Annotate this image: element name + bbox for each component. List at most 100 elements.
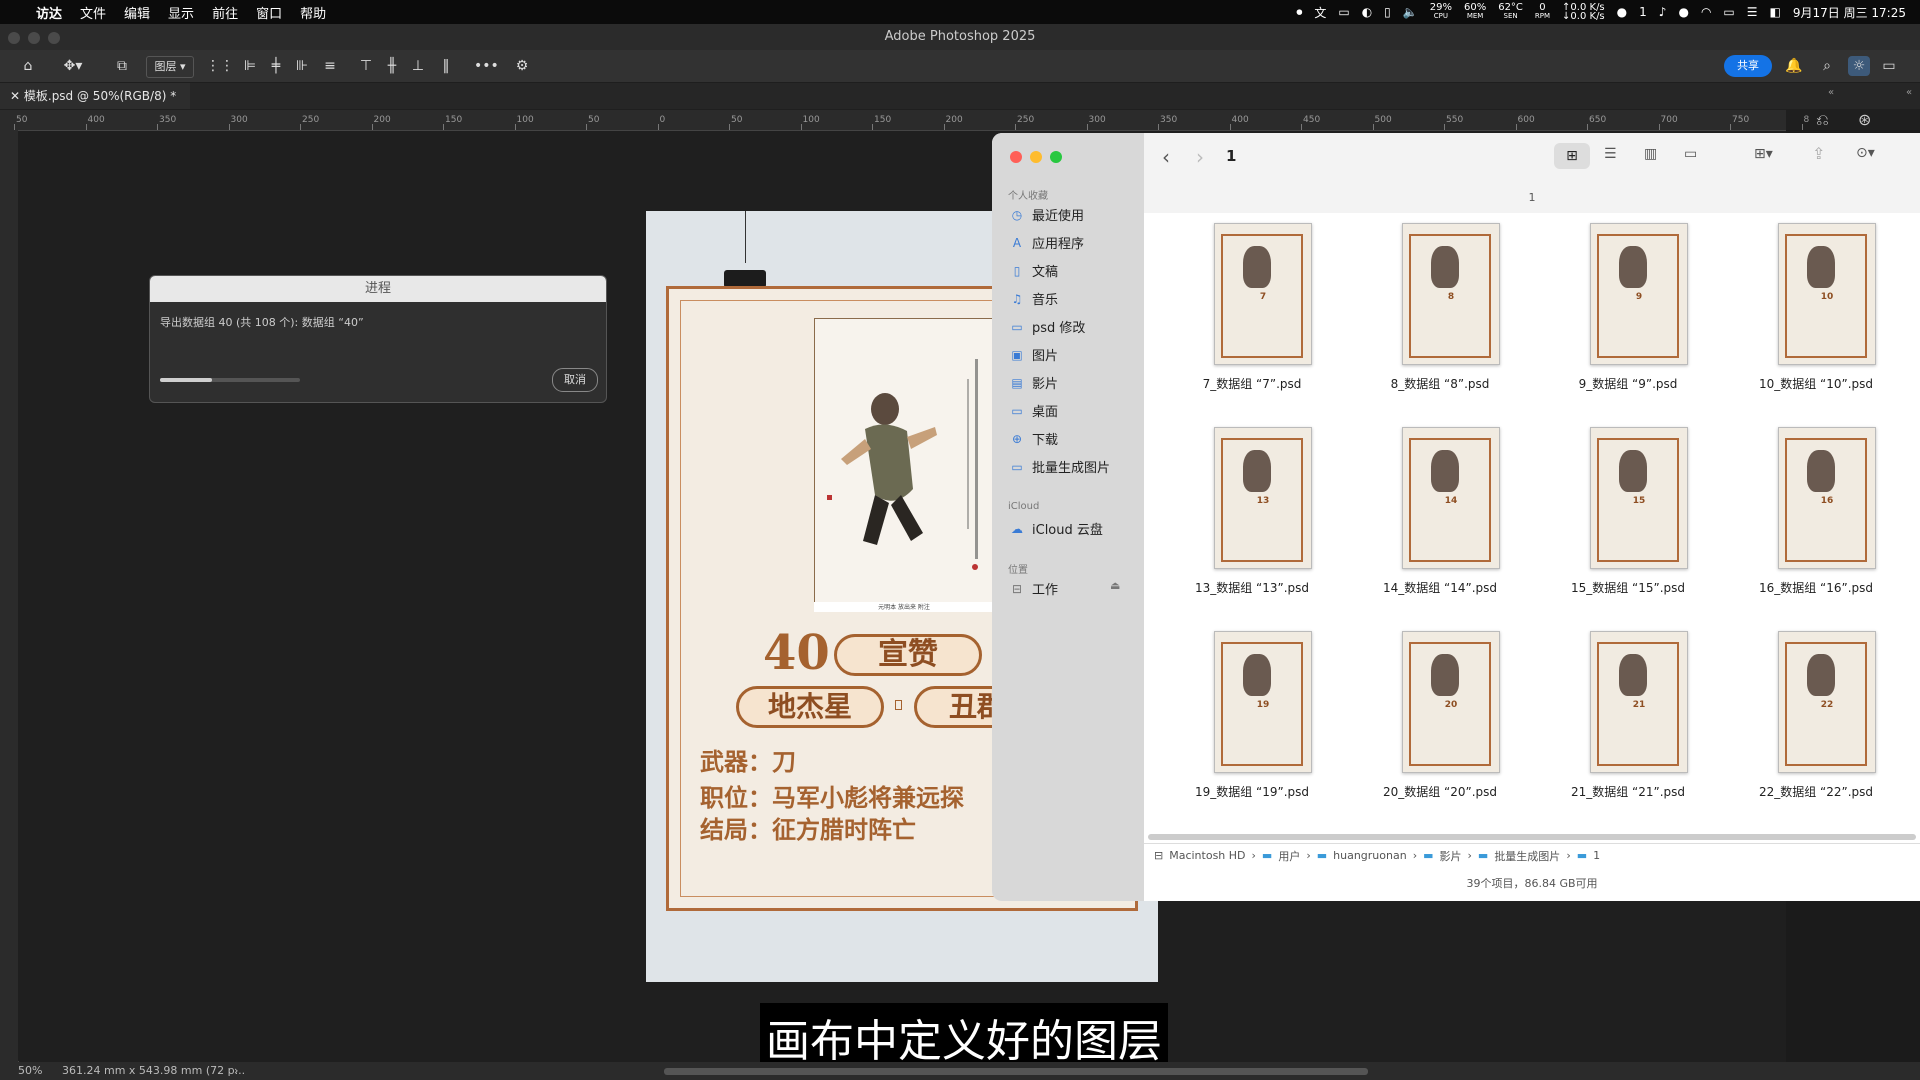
file-item[interactable]: 22 22_数据组 “22”.psd xyxy=(1726,621,1906,821)
icon-view-button[interactable]: ⊞ xyxy=(1554,143,1590,169)
sidebar-item-music[interactable]: ♫ 音乐 xyxy=(1010,289,1058,309)
column-view-icon[interactable]: ▥ xyxy=(1644,146,1657,162)
align-middle-icon[interactable]: ╫ xyxy=(382,56,402,76)
clock[interactable]: 9月17日 周三 17:25 xyxy=(1793,4,1906,21)
gear-icon[interactable]: ⚙ xyxy=(512,56,532,76)
home-icon[interactable]: ⌂ xyxy=(18,56,38,76)
dashboard-icon[interactable]: ◐ xyxy=(1362,5,1372,19)
document-tab[interactable]: ✕ 模板.psd @ 50%(RGB/8) * xyxy=(0,83,191,109)
control-center-icon[interactable]: ☰ xyxy=(1747,5,1758,19)
discover-icon[interactable]: ☼ xyxy=(1848,56,1870,76)
path-segment[interactable]: huangruonan xyxy=(1333,849,1407,862)
collapse-icon[interactable]: « xyxy=(1828,87,1834,98)
cancel-button[interactable]: 取消 xyxy=(552,368,598,392)
bell-icon[interactable]: 🔔 xyxy=(1783,56,1805,76)
close-tab-icon[interactable]: ✕ xyxy=(10,89,24,103)
ps-minimize-button[interactable] xyxy=(28,32,40,44)
action-menu-icon[interactable]: ⊙▾ xyxy=(1856,145,1875,161)
distribute-icon[interactable]: ≡ xyxy=(320,56,340,76)
file-item[interactable]: 8 8_数据组 “8”.psd xyxy=(1350,213,1530,413)
list-view-icon[interactable]: ☰ xyxy=(1604,146,1617,162)
menu-view[interactable]: 显示 xyxy=(168,3,194,22)
menu-window[interactable]: 窗口 xyxy=(256,3,282,22)
sidebar-item-icloud-drive[interactable]: ☁ iCloud 云盘 xyxy=(1010,519,1103,539)
sidebar-item-psd-edit[interactable]: ▭ psd 修改 xyxy=(1010,317,1085,337)
forward-button[interactable]: › xyxy=(1196,145,1204,169)
document-info[interactable]: 361.24 mm x 543.98 mm (72 p... xyxy=(62,1064,245,1077)
3d-panel-icon[interactable]: ⊛ xyxy=(1858,110,1871,129)
network-meter[interactable]: ↑0.0 K/s ↓0.0 K/s xyxy=(1562,3,1605,22)
align-center-icon[interactable]: ╪ xyxy=(266,56,286,76)
file-item[interactable]: 13 13_数据组 “13”.psd xyxy=(1162,417,1342,617)
zoom-button[interactable] xyxy=(1050,151,1062,163)
align-right-icon[interactable]: ⊪ xyxy=(292,56,312,76)
file-item[interactable]: 15 15_数据组 “15”.psd xyxy=(1538,417,1718,617)
align-bottom-icon[interactable]: ⊥ xyxy=(408,56,428,76)
layer-select-dropdown[interactable]: 图层 ▾ xyxy=(146,56,194,78)
path-segment[interactable]: 批量生成图片 xyxy=(1494,848,1560,864)
file-item[interactable]: 16 16_数据组 “16”.psd xyxy=(1726,417,1906,617)
menu-file[interactable]: 文件 xyxy=(80,3,106,22)
horizontal-scrollbar[interactable] xyxy=(1148,834,1916,840)
chevron-right-icon[interactable]: › xyxy=(234,1064,238,1077)
temp-meter[interactable]: 62°C SEN xyxy=(1498,3,1523,21)
minimize-button[interactable] xyxy=(1030,151,1042,163)
ruler-vertical[interactable] xyxy=(0,130,19,1065)
display-icon[interactable]: ▭ xyxy=(1338,5,1349,19)
mem-meter[interactable]: 60% MEM xyxy=(1464,3,1486,21)
share-button[interactable]: 共享 xyxy=(1724,55,1772,77)
path-segment[interactable]: 用户 xyxy=(1278,848,1300,864)
move-tool-icon[interactable]: ✥▾ xyxy=(58,56,88,76)
distribute-vertical-icon[interactable]: ‖ xyxy=(436,56,456,76)
path-segment[interactable]: 1 xyxy=(1593,849,1600,862)
rpm-meter[interactable]: 0 RPM xyxy=(1535,3,1550,21)
gallery-view-icon[interactable]: ▭ xyxy=(1684,146,1697,162)
sidebar-item-applications[interactable]: A 应用程序 xyxy=(1010,233,1084,253)
file-item[interactable]: 20 20_数据组 “20”.psd xyxy=(1350,621,1530,821)
file-item[interactable]: 21 21_数据组 “21”.psd xyxy=(1538,621,1718,821)
file-item[interactable]: 19 19_数据组 “19”.psd xyxy=(1162,621,1342,821)
history-panel-icon[interactable]: ⎌ xyxy=(1816,110,1829,130)
battery-icon[interactable]: ▭ xyxy=(1723,5,1734,19)
wechat-icon[interactable]: ● xyxy=(1617,5,1627,19)
share-icon[interactable]: ⇪ xyxy=(1812,144,1825,163)
menu-go[interactable]: 前往 xyxy=(212,3,238,22)
sidebar-item-movies[interactable]: ▤ 影片 xyxy=(1010,373,1058,393)
toggle-icon[interactable]: ◧ xyxy=(1770,5,1781,19)
close-button[interactable] xyxy=(1010,151,1022,163)
file-item[interactable]: 14 14_数据组 “14”.psd xyxy=(1350,417,1530,617)
user-icon[interactable]: ● xyxy=(1678,5,1688,19)
battery-status-icon[interactable]: ▯ xyxy=(1384,5,1391,19)
record-icon[interactable]: ⏺ xyxy=(1296,5,1302,20)
sidebar-item-pictures[interactable]: ▣ 图片 xyxy=(1010,345,1058,365)
search-icon[interactable]: ⌕ xyxy=(1816,56,1838,76)
file-item[interactable]: 7 7_数据组 “7”.psd xyxy=(1162,213,1342,413)
volume-icon[interactable]: 🔈 xyxy=(1403,5,1418,19)
more-icon[interactable]: ••• xyxy=(474,56,499,76)
path-segment[interactable]: 影片 xyxy=(1440,848,1462,864)
menu-app[interactable]: 访达 xyxy=(36,3,62,22)
file-item[interactable]: 9 9_数据组 “9”.psd xyxy=(1538,213,1718,413)
eject-icon[interactable]: ⏏ xyxy=(1110,579,1120,592)
sidebar-item-batch-images[interactable]: ▭ 批量生成图片 xyxy=(1010,457,1110,477)
input-method-icon[interactable]: 文 xyxy=(1314,4,1326,21)
align-top-icon[interactable]: ⊤ xyxy=(356,56,376,76)
file-item[interactable]: 10 10_数据组 “10”.psd xyxy=(1726,213,1906,413)
music-status-icon[interactable]: ♪ xyxy=(1659,5,1667,19)
sidebar-item-documents[interactable]: ▯ 文稿 xyxy=(1010,261,1058,281)
sidebar-item-downloads[interactable]: ⊕ 下载 xyxy=(1010,429,1058,449)
zoom-level[interactable]: 50% xyxy=(18,1064,42,1077)
workspace-icon[interactable]: ▭ xyxy=(1878,56,1900,76)
transform-controls-icon[interactable]: ⋮⋮ xyxy=(206,56,234,76)
sidebar-item-work-drive[interactable]: ⊟ 工作 xyxy=(1010,579,1058,599)
ps-zoom-button[interactable] xyxy=(48,32,60,44)
align-left-icon[interactable]: ⊫ xyxy=(240,56,260,76)
sidebar-item-desktop[interactable]: ▭ 桌面 xyxy=(1010,401,1058,421)
wifi-icon[interactable]: ◠ xyxy=(1701,5,1711,19)
collapse-right-icon[interactable]: « xyxy=(1906,87,1912,98)
sidebar-item-recents[interactable]: ◷ 最近使用 xyxy=(1010,205,1084,225)
canvas-scrollbar[interactable] xyxy=(664,1068,1368,1075)
back-button[interactable]: ‹ xyxy=(1162,145,1170,169)
cpu-meter[interactable]: 29% CPU xyxy=(1430,3,1452,21)
path-segment[interactable]: Macintosh HD xyxy=(1169,849,1245,862)
